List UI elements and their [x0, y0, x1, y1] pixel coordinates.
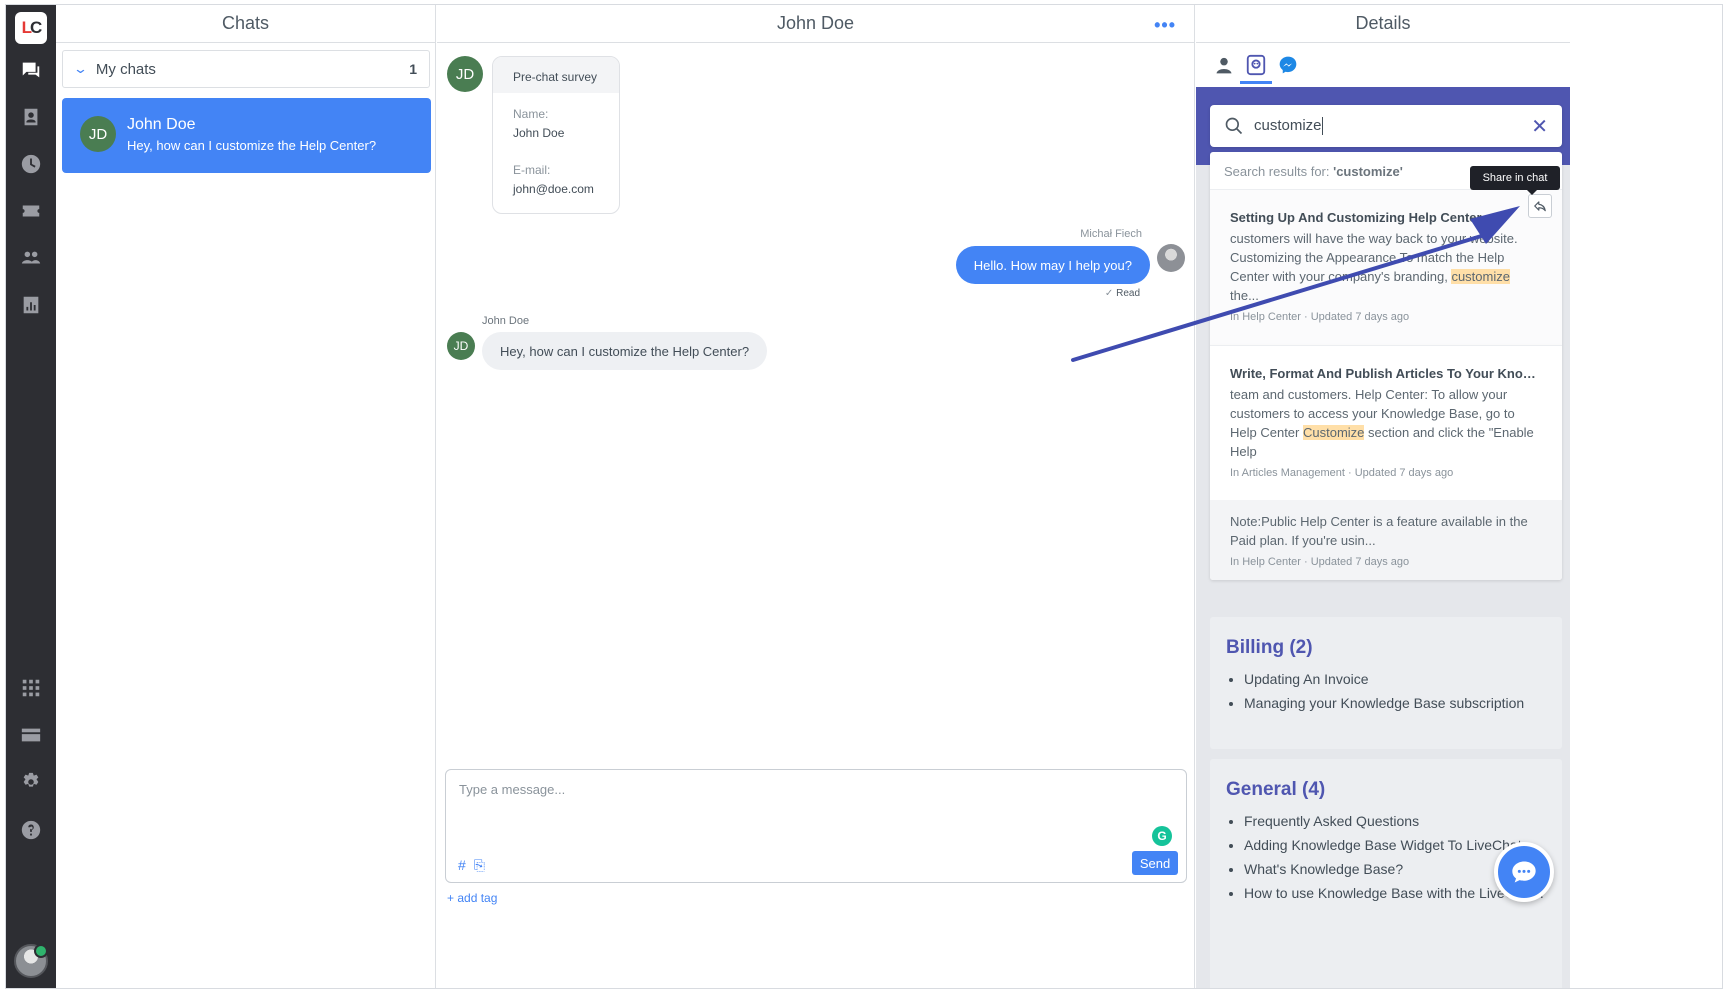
nav-rail: LC — [6, 5, 56, 988]
category-article-link[interactable]: Updating An Invoice — [1226, 671, 1548, 687]
chat-item-preview: Hey, how can I customize the Help Center… — [127, 138, 377, 153]
my-chats-label: My chats — [95, 60, 156, 78]
agent-sender-name: Michał Fiech — [1080, 228, 1142, 240]
survey-title: Pre-chat survey — [493, 57, 619, 93]
details-column: Details customize ✕ Search results for: … — [1196, 5, 1570, 988]
category-article-link[interactable]: Adding Knowledge Base Widget To LiveChat — [1226, 837, 1548, 853]
survey-email-label: E-mail: — [513, 163, 551, 177]
apps-grid-icon[interactable] — [18, 675, 44, 701]
agent-message-bubble: Hello. How may I help you? — [955, 246, 1150, 284]
kb-search-query: customize — [1254, 116, 1322, 134]
chats-header: Chats — [56, 5, 435, 43]
survey-name-value: John Doe — [513, 126, 565, 140]
hashtag-icon[interactable]: # — [458, 857, 466, 874]
chats-nav-icon[interactable] — [18, 57, 44, 83]
survey-name-label: Name: — [513, 107, 549, 121]
search-icon — [1225, 117, 1243, 135]
kb-search-input[interactable]: customize ✕ — [1210, 105, 1562, 147]
visitor-message-bubble: Hey, how can I customize the Help Center… — [482, 332, 768, 370]
conversation-column: John Doe ••• JD Pre-chat survey Name: Jo… — [437, 5, 1195, 988]
result-meta: In Articles Management · Updated 7 days … — [1230, 467, 1454, 479]
grammarly-icon[interactable]: G — [1152, 826, 1172, 846]
chat-widget-button[interactable] — [1494, 842, 1554, 902]
customers-nav-icon[interactable] — [18, 104, 44, 130]
my-chats-group[interactable]: ⌄ My chats 1 — [62, 50, 430, 88]
attachment-icon[interactable]: ⎘ — [474, 857, 485, 874]
category-article-link[interactable]: Frequently Asked Questions — [1226, 813, 1548, 829]
result-meta: In Help Center · Updated 7 days ago — [1230, 556, 1410, 568]
category-title[interactable]: General (4) — [1226, 779, 1548, 801]
app-window: LC Chats ⌄ My chats 1 JD John Doe Hey, h… — [5, 4, 1723, 989]
customer-info-tab-icon[interactable] — [1212, 53, 1236, 77]
avatar: JD — [447, 332, 475, 360]
livechat-logo: LC — [15, 12, 47, 44]
conversation-title: John Doe — [776, 13, 855, 33]
settings-gear-icon[interactable] — [18, 769, 44, 795]
result-snippet: Note:Public Help Center is a feature ava… — [1230, 514, 1528, 548]
archives-clock-icon[interactable] — [18, 151, 44, 177]
agents-nav-icon[interactable] — [18, 245, 44, 271]
messenger-tab-icon[interactable] — [1276, 53, 1300, 77]
result-meta: In Help Center · Updated 7 days ago — [1230, 311, 1410, 323]
chat-list-item-john-doe[interactable]: JD John Doe Hey, how can I customize the… — [62, 98, 431, 173]
avatar: JD — [447, 56, 483, 92]
kb-category-billing: Billing (2) Updating An Invoice Managing… — [1210, 617, 1562, 749]
agent-avatar[interactable] — [14, 944, 48, 978]
search-result-item[interactable]: Setting Up And Customizing Help Center c… — [1210, 190, 1562, 345]
search-results-panel: Search results for: 'customize' Setting … — [1210, 152, 1562, 580]
result-snippet: team and customers. Help Center: To allo… — [1230, 387, 1534, 459]
survey-email-value: john@doe.com — [513, 182, 594, 196]
chat-bubble-icon — [1512, 861, 1536, 883]
search-result-item[interactable]: Note:Public Help Center is a feature ava… — [1210, 500, 1562, 580]
knowledge-base-tab-icon[interactable] — [1240, 53, 1272, 84]
reports-nav-icon[interactable] — [18, 292, 44, 318]
search-result-item[interactable]: Write, Format And Publish Articles To Yo… — [1210, 345, 1562, 500]
avatar: JD — [80, 116, 116, 152]
clear-search-close-icon[interactable]: ✕ — [1531, 114, 1548, 139]
message-input-placeholder[interactable]: Type a message... — [459, 782, 565, 797]
result-title: Setting Up And Customizing Help Center — [1230, 210, 1482, 225]
tickets-nav-icon[interactable] — [18, 198, 44, 224]
chats-column: Chats ⌄ My chats 1 JD John Doe Hey, how … — [56, 5, 436, 988]
more-dots-icon[interactable]: ••• — [1154, 15, 1176, 36]
share-in-chat-tooltip: Share in chat — [1470, 166, 1560, 195]
category-title[interactable]: Billing (2) — [1226, 637, 1548, 659]
result-title: Write, Format And Publish Articles To Yo… — [1230, 366, 1542, 381]
read-receipt: ✓ Read — [1104, 288, 1140, 299]
details-header: Details — [1196, 5, 1570, 43]
share-in-chat-reply-icon[interactable] — [1528, 194, 1552, 218]
category-article-link[interactable]: Managing your Knowledge Base subscriptio… — [1226, 695, 1548, 711]
details-tabs — [1196, 43, 1570, 87]
message-composer[interactable]: Type a message... G # ⎘ Send — [445, 769, 1187, 883]
my-chats-count: 1 — [409, 61, 417, 77]
add-tag-link[interactable]: + add tag — [447, 891, 497, 905]
check-icon: ✓ — [1104, 288, 1114, 299]
result-snippet: customers will have the way back to your… — [1230, 231, 1518, 303]
conversation-header: John Doe ••• — [437, 5, 1194, 43]
chat-item-name: John Doe — [127, 116, 196, 133]
help-question-icon[interactable] — [18, 817, 44, 843]
pre-chat-survey-card: Pre-chat survey Name: John Doe E-mail: j… — [492, 56, 620, 214]
billing-card-icon[interactable] — [18, 722, 44, 748]
visitor-sender-name: John Doe — [482, 315, 530, 327]
chevron-down-icon: ⌄ — [72, 61, 89, 76]
send-button[interactable]: Send — [1132, 851, 1178, 875]
agent-avatar-photo — [1157, 244, 1185, 272]
